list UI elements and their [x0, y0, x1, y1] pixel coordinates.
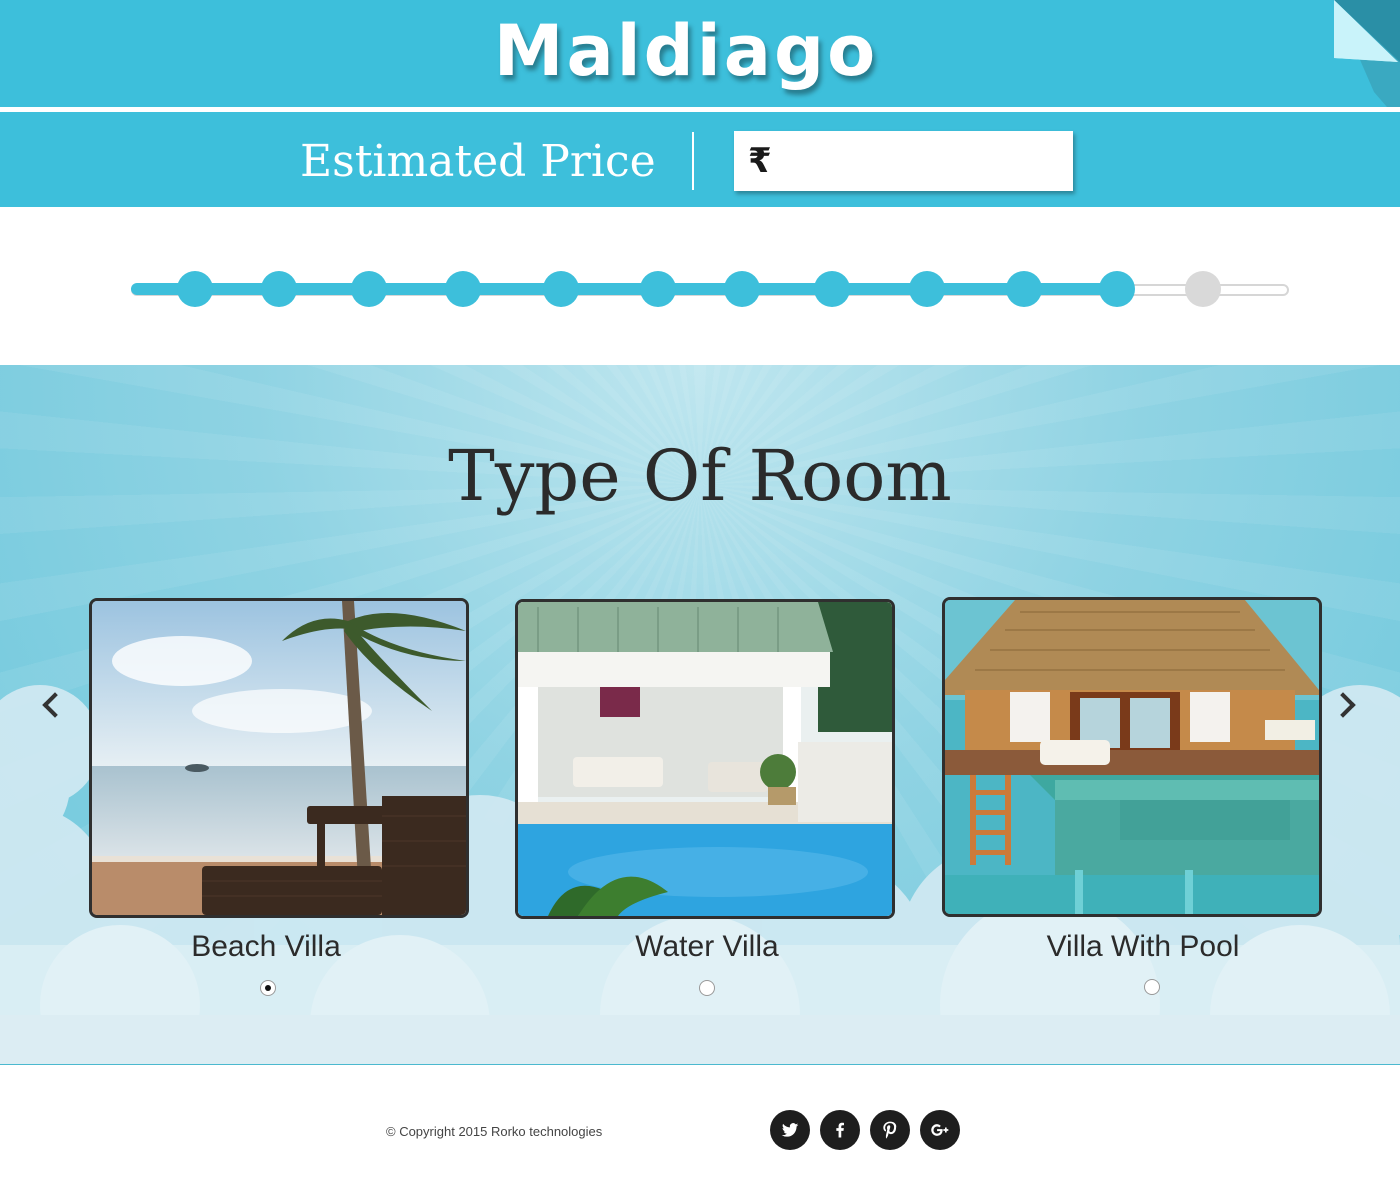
progress-step-3[interactable]	[351, 271, 387, 307]
room-type-section: Type Of Room Beach Villa Water Villa Vil…	[0, 365, 1400, 1065]
facebook-icon[interactable]	[820, 1110, 860, 1150]
price-bar	[0, 112, 1400, 207]
progress-step-10[interactable]	[1006, 271, 1042, 307]
progress-step-7[interactable]	[724, 271, 760, 307]
beach-villa-photo	[92, 601, 466, 915]
room-card-villa-with-pool[interactable]	[942, 597, 1322, 917]
progress-step-4[interactable]	[445, 271, 481, 307]
chevron-right-icon	[1330, 692, 1356, 718]
copyright-text: © Copyright 2015 Rorko technologies	[386, 1124, 603, 1139]
pinterest-icon[interactable]	[870, 1110, 910, 1150]
price-divider	[692, 132, 694, 190]
progress-step-6[interactable]	[640, 271, 676, 307]
progress-step-5[interactable]	[543, 271, 579, 307]
room-card-water-villa[interactable]	[515, 599, 895, 919]
water-villa-photo	[518, 602, 892, 916]
progress-stepper	[0, 207, 1400, 365]
section-title: Type Of Room	[448, 435, 952, 517]
rupee-icon: ₹	[748, 141, 772, 181]
carousel-prev-button[interactable]	[36, 683, 68, 727]
price-field[interactable]: ₹	[734, 131, 1073, 191]
room-radio-water-villa[interactable]	[699, 980, 715, 996]
page-curl-decoration	[1334, 0, 1400, 122]
progress-step-8[interactable]	[814, 271, 850, 307]
room-radio-beach-villa[interactable]	[260, 980, 276, 996]
footer-divider	[0, 1064, 1400, 1065]
estimated-price-label: Estimated Price	[300, 136, 656, 187]
villa-with-pool-photo	[945, 600, 1319, 914]
progress-step-11[interactable]	[1099, 271, 1135, 307]
room-label-villa-with-pool: Villa With Pool	[1046, 930, 1240, 963]
room-card-beach-villa[interactable]	[89, 598, 469, 918]
progress-step-9[interactable]	[909, 271, 945, 307]
carousel-next-button[interactable]	[1330, 683, 1362, 727]
progress-step-12[interactable]	[1185, 271, 1221, 307]
room-label-water-villa: Water Villa	[635, 930, 779, 963]
brand-logo[interactable]: Maldiago	[0, 10, 1372, 92]
progress-step-1[interactable]	[177, 271, 213, 307]
room-label-beach-villa: Beach Villa	[191, 930, 341, 963]
estimated-price-input[interactable]	[782, 139, 1062, 183]
twitter-icon[interactable]	[770, 1110, 810, 1150]
progress-step-2[interactable]	[261, 271, 297, 307]
google-plus-icon[interactable]	[920, 1110, 960, 1150]
room-radio-villa-with-pool[interactable]	[1144, 979, 1160, 995]
chevron-left-icon	[42, 692, 68, 718]
